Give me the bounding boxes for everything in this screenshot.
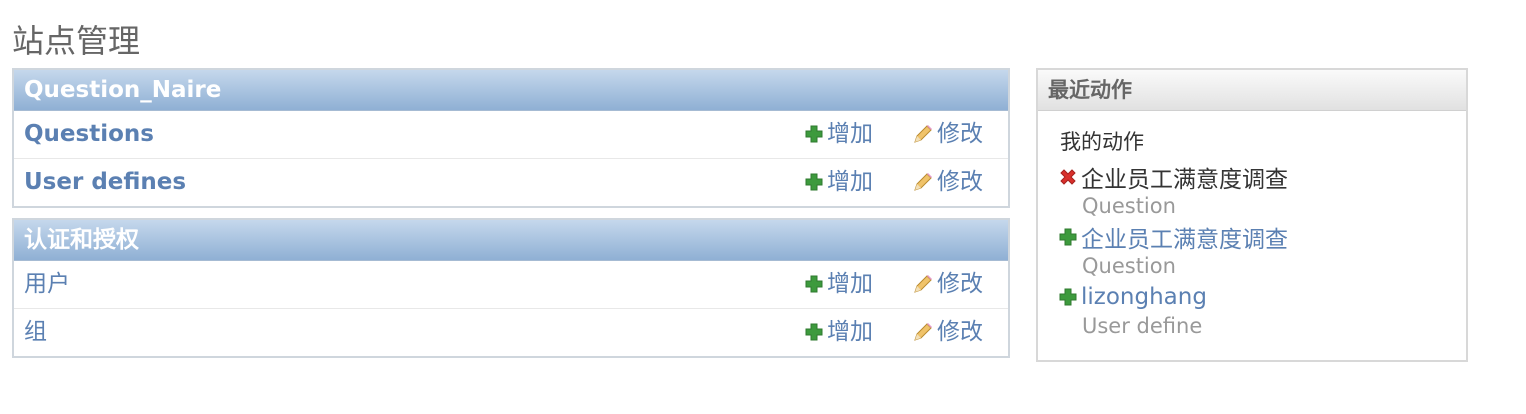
recent-object-name: 企业员工满意度调查	[1081, 167, 1288, 193]
model-link-user-defines[interactable]: User defines	[24, 159, 186, 205]
model-row-groups: 组 增加 修改	[14, 309, 1008, 357]
pencil-icon	[914, 323, 932, 341]
add-label: 增加	[827, 169, 873, 195]
add-groups-button[interactable]: 增加	[804, 309, 873, 355]
model-row-users: 用户 增加 修改	[14, 261, 1008, 309]
add-label: 增加	[827, 319, 873, 345]
recent-object-link[interactable]: 企业员工满意度调查	[1081, 220, 1288, 254]
recent-action-item: 企业员工满意度调查 Question	[1058, 162, 1288, 222]
add-questions-button[interactable]: 增加	[804, 111, 873, 157]
change-groups-button[interactable]: 修改	[912, 309, 983, 355]
pencil-icon	[914, 125, 932, 143]
recent-action-item: 企业员工满意度调查 Question	[1058, 222, 1288, 282]
app-module-auth: 认证和授权 用户 增加 修改 组 增加 修改	[12, 218, 1010, 358]
recent-actions-list: 企业员工满意度调查 Question 企业员工满意度调查 Question li…	[1058, 162, 1288, 342]
app-caption[interactable]: Question_Naire	[14, 70, 1008, 111]
change-label: 修改	[937, 271, 983, 297]
change-user-defines-button[interactable]: 修改	[912, 159, 983, 205]
change-questions-button[interactable]: 修改	[912, 111, 983, 157]
add-label: 增加	[827, 121, 873, 147]
recent-object-type: User define	[1082, 314, 1203, 338]
plus-icon	[1059, 228, 1077, 246]
pencil-icon	[914, 173, 932, 191]
plus-icon	[1059, 288, 1077, 306]
change-users-button[interactable]: 修改	[912, 261, 983, 307]
recent-object-link[interactable]: lizonghang	[1081, 284, 1207, 310]
add-user-defines-button[interactable]: 增加	[804, 159, 873, 205]
add-users-button[interactable]: 增加	[804, 261, 873, 307]
app-caption[interactable]: 认证和授权	[14, 220, 1008, 261]
change-label: 修改	[937, 319, 983, 345]
recent-actions-caption: 最近动作	[1038, 70, 1466, 111]
recent-action-item: lizonghang User define	[1058, 282, 1288, 342]
plus-icon	[805, 125, 823, 143]
change-label: 修改	[937, 121, 983, 147]
model-link-users[interactable]: 用户	[24, 261, 70, 307]
model-link-questions[interactable]: Questions	[24, 111, 154, 157]
model-row-user-defines: User defines 增加 修改	[14, 159, 1008, 207]
page-title: 站点管理	[12, 22, 141, 60]
my-actions-subtitle: 我的动作	[1060, 130, 1144, 154]
recent-actions-panel: 最近动作 我的动作 企业员工满意度调查 Question 企业员工满意度调查 Q…	[1036, 68, 1468, 362]
x-icon	[1060, 169, 1076, 185]
add-label: 增加	[827, 271, 873, 297]
recent-object-type: Question	[1082, 254, 1176, 278]
model-row-questions: Questions 增加 修改	[14, 111, 1008, 159]
admin-page: 站点管理 Question_Naire Questions 增加 修改 User…	[0, 0, 1526, 414]
plus-icon	[805, 323, 823, 341]
plus-icon	[805, 173, 823, 191]
recent-object-type: Question	[1082, 194, 1176, 218]
plus-icon	[805, 275, 823, 293]
app-module-question-naire: Question_Naire Questions 增加 修改 User defi…	[12, 68, 1010, 208]
model-link-groups[interactable]: 组	[24, 309, 47, 355]
change-label: 修改	[937, 169, 983, 195]
pencil-icon	[914, 275, 932, 293]
